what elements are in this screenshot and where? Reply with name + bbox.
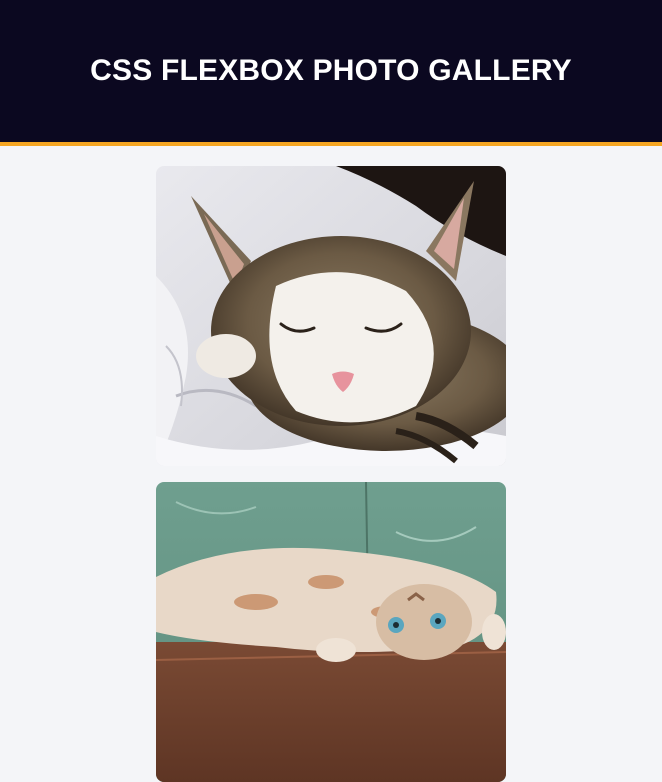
page-title: CSS FLEXBOX PHOTO GALLERY: [90, 54, 572, 87]
photo-gallery: [0, 146, 662, 782]
gallery-photo-upside-down-cat[interactable]: [156, 482, 506, 782]
page-header: CSS FLEXBOX PHOTO GALLERY: [0, 0, 662, 146]
sleeping-cat-image: [156, 166, 506, 466]
gallery-photo-sleeping-cat[interactable]: [156, 166, 506, 466]
upside-down-cat-image: [156, 482, 506, 782]
